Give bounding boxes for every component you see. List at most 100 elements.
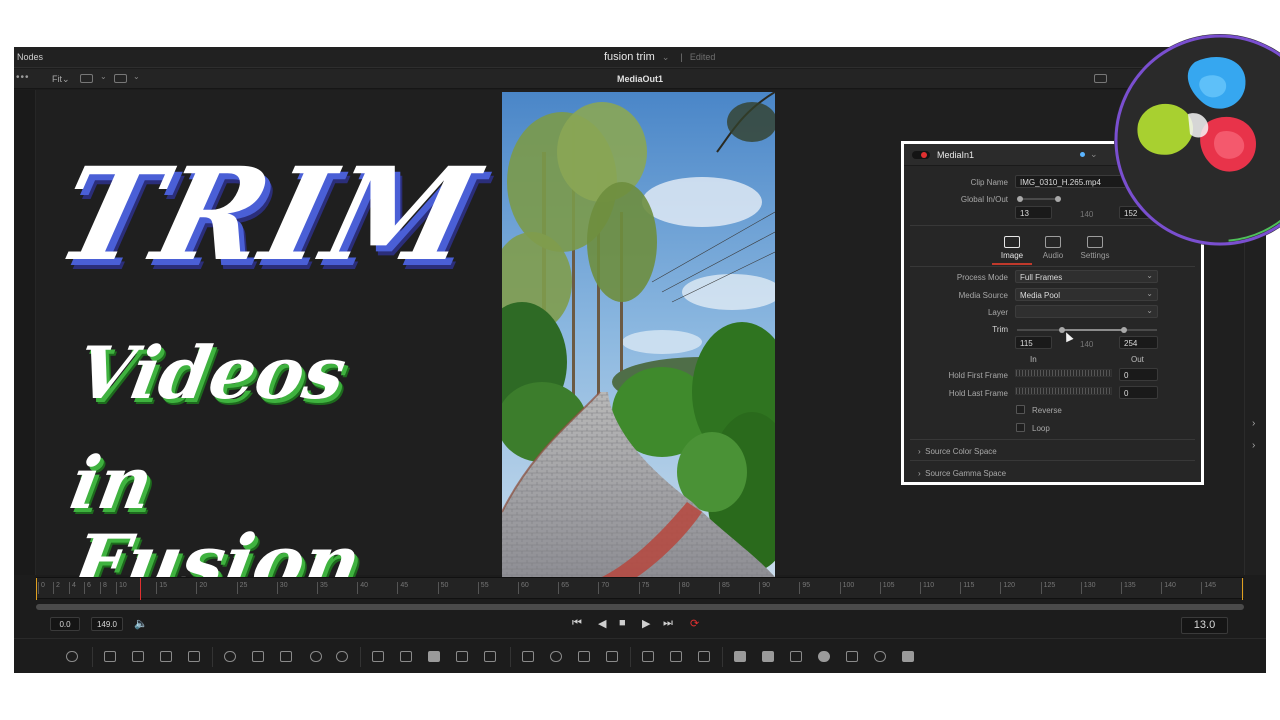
project-title[interactable]: fusion trim [604,51,655,63]
trim-out-handle[interactable] [1121,327,1127,333]
global-in-field[interactable]: 13 [1015,206,1052,219]
playhead[interactable] [140,578,141,600]
viewer-toolbar: ••• Fit⌄ ⌄ ⌄ MediaOut1 [14,69,1266,89]
viewer-layout-icon[interactable] [1094,74,1107,83]
stop-icon[interactable]: ■ [619,617,626,629]
speaker-icon[interactable]: 🔈 [134,617,148,630]
channel-booleans-icon[interactable] [400,651,412,662]
image-plane-3d-icon[interactable] [734,651,746,662]
particle-style-icon[interactable] [698,651,710,662]
source-gamma-space-section[interactable]: › Source Gamma Space [918,469,1006,478]
loop-icon[interactable]: ⟳ [690,617,699,630]
renderer-3d-icon[interactable] [874,651,886,662]
source-gamma-space-label: Source Gamma Space [925,469,1007,478]
chevron-down-icon[interactable]: ⌄ [1090,149,1098,160]
nodes-panel-label[interactable]: Nodes [17,52,43,62]
particle-emitter-icon[interactable] [642,651,654,662]
clip-name-label: Clip Name [970,178,1008,187]
timeline-tick-label: 75 [638,582,649,594]
tab-settings[interactable]: Settings [1075,236,1115,260]
global-out-handle[interactable] [1055,196,1061,202]
fit-zoom-dropdown[interactable]: Fit⌄ [52,74,70,85]
title-trim: TRIM [43,140,492,290]
camera-3d-icon[interactable] [846,651,858,662]
render-start-marker[interactable] [36,578,37,600]
global-inout-slider[interactable] [1019,198,1057,200]
chevron-down-icon[interactable]: ⌄ [100,72,107,81]
node-color-dot[interactable] [1080,152,1085,157]
trim-range [1061,329,1123,331]
particle-render-icon[interactable] [670,651,682,662]
ellipse-mask-icon[interactable] [550,651,562,662]
node-name: MediaIn1 [937,150,975,160]
channel-icon[interactable] [80,74,93,83]
viewer-node-name: MediaOut1 [617,74,664,84]
end-time-field[interactable]: 149.0 [91,617,123,631]
brush-tool-icon[interactable] [188,651,200,662]
global-in-handle[interactable] [1017,196,1023,202]
shape-3d-icon[interactable] [762,651,774,662]
chevron-down-icon[interactable]: ⌄ [133,72,140,81]
timeline-tick-label: 6 [84,582,91,594]
play-icon[interactable]: ▶ [642,617,650,630]
tab-image[interactable]: Image [992,236,1032,260]
color-corrector-icon[interactable] [280,651,292,662]
chevron-right-icon[interactable]: › [1252,440,1255,451]
process-mode-dropdown[interactable]: Full Frames ⌄ [1015,270,1158,283]
text-3d-icon[interactable] [790,651,802,662]
fast-noise-icon[interactable] [224,651,236,662]
tab-settings-label: Settings [1080,251,1110,260]
media-source-dropdown[interactable]: Media Pool ⌄ [1015,288,1158,301]
toolbar-separator [212,647,213,667]
tab-audio-label: Audio [1042,251,1064,260]
blur-icon[interactable] [336,651,348,662]
toolbar-separator [722,647,723,667]
davinci-resolve-logo [1114,34,1280,246]
timeline-tick-label: 95 [799,582,810,594]
bspline-mask-icon[interactable] [606,651,618,662]
timeline-tick-label: 120 [1000,582,1015,594]
select-tool-icon[interactable] [66,651,78,662]
tab-audio[interactable]: Audio [1033,236,1073,260]
go-to-start-icon[interactable]: ⏮ [572,617,582,630]
play-reverse-icon[interactable]: ◀ [598,617,606,630]
hold-last-slider[interactable] [1015,387,1112,395]
polygon-mask-icon[interactable] [578,651,590,662]
node-enable-toggle[interactable] [912,151,930,159]
divider [910,266,1195,267]
chevron-right-icon[interactable]: › [1252,418,1255,429]
chevron-down-icon[interactable]: ⌄ [662,52,670,62]
trim-out-field[interactable]: 254 [1119,336,1158,349]
hold-last-field[interactable]: 0 [1119,386,1158,399]
layer-dropdown[interactable]: ⌄ [1015,305,1158,318]
rectangle-mask-icon[interactable] [522,651,534,662]
loop-label: Loop [1032,424,1050,433]
trim-in-field[interactable]: 115 [1015,336,1052,349]
brightness-icon[interactable] [310,651,322,662]
timeline-tick-label: 35 [317,582,328,594]
go-to-end-icon[interactable]: ⏭ [663,617,673,630]
merge-icon[interactable] [372,651,384,662]
paint-tool-icon[interactable] [132,651,144,662]
transform-icon[interactable] [456,651,468,662]
loop-checkbox[interactable] [1016,423,1025,432]
toolbar-separator [92,647,93,667]
current-frame-field[interactable]: 13.0 [1181,617,1228,634]
background-tool-icon[interactable] [104,651,116,662]
matte-control-icon[interactable] [428,651,440,662]
reverse-checkbox[interactable] [1016,405,1025,414]
view-options-icon[interactable] [114,74,127,83]
text-tool-icon[interactable] [160,651,172,662]
spotlight-3d-icon[interactable] [902,651,914,662]
resize-icon[interactable] [484,651,496,662]
timeline-scroll-bar[interactable] [36,604,1244,610]
render-end-marker[interactable] [1242,578,1243,600]
hold-first-slider[interactable] [1015,369,1112,377]
source-color-space-section[interactable]: › Source Color Space [918,447,997,456]
start-time-field[interactable]: 0.0 [50,617,80,631]
color-curves-icon[interactable] [252,651,264,662]
timeline-ruler[interactable]: 0 2 4 6 8 10 15 20 25 30 35 40 45 50 55 60 65 70 75 80 85 90 9… [36,577,1244,600]
merge-3d-icon[interactable] [818,651,830,662]
more-options-icon[interactable]: ••• [16,72,30,83]
hold-first-field[interactable]: 0 [1119,368,1158,381]
